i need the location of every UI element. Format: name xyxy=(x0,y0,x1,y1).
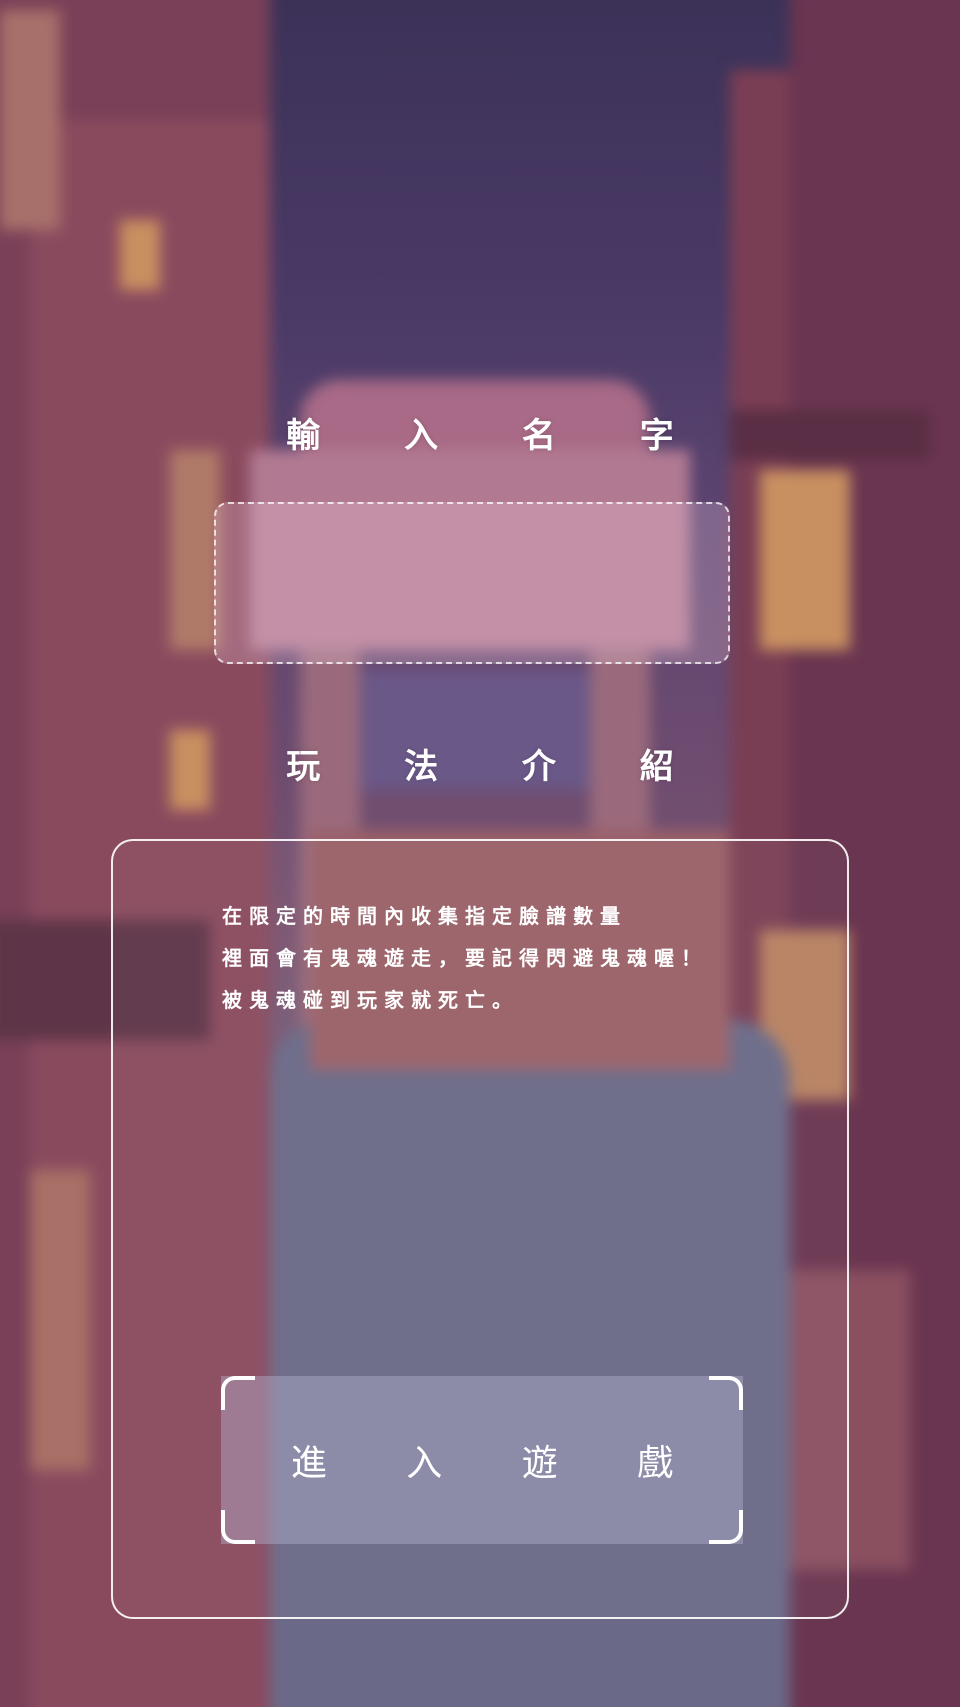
start-game-label: 進 入 遊 戲 xyxy=(290,1443,708,1484)
name-input-box[interactable] xyxy=(214,502,732,664)
howto-section-title: 玩 法 介 紹 xyxy=(286,747,710,787)
name-input[interactable] xyxy=(216,504,732,664)
rules-line: 在限定的時間內收集指定臉譜數量 xyxy=(222,904,627,928)
rules-line: 裡面會有鬼魂遊走，要記得閃避鬼魂喔！ xyxy=(222,946,708,970)
rules-text: 在限定的時間內收集指定臉譜數量 裡面會有鬼魂遊走，要記得閃避鬼魂喔！ 被鬼魂碰到… xyxy=(222,895,782,1021)
start-game-button[interactable]: 進 入 遊 戲 xyxy=(221,1376,743,1544)
name-section-title: 輸 入 名 字 xyxy=(286,416,710,456)
rules-line: 被鬼魂碰到玩家就死亡。 xyxy=(222,988,519,1012)
